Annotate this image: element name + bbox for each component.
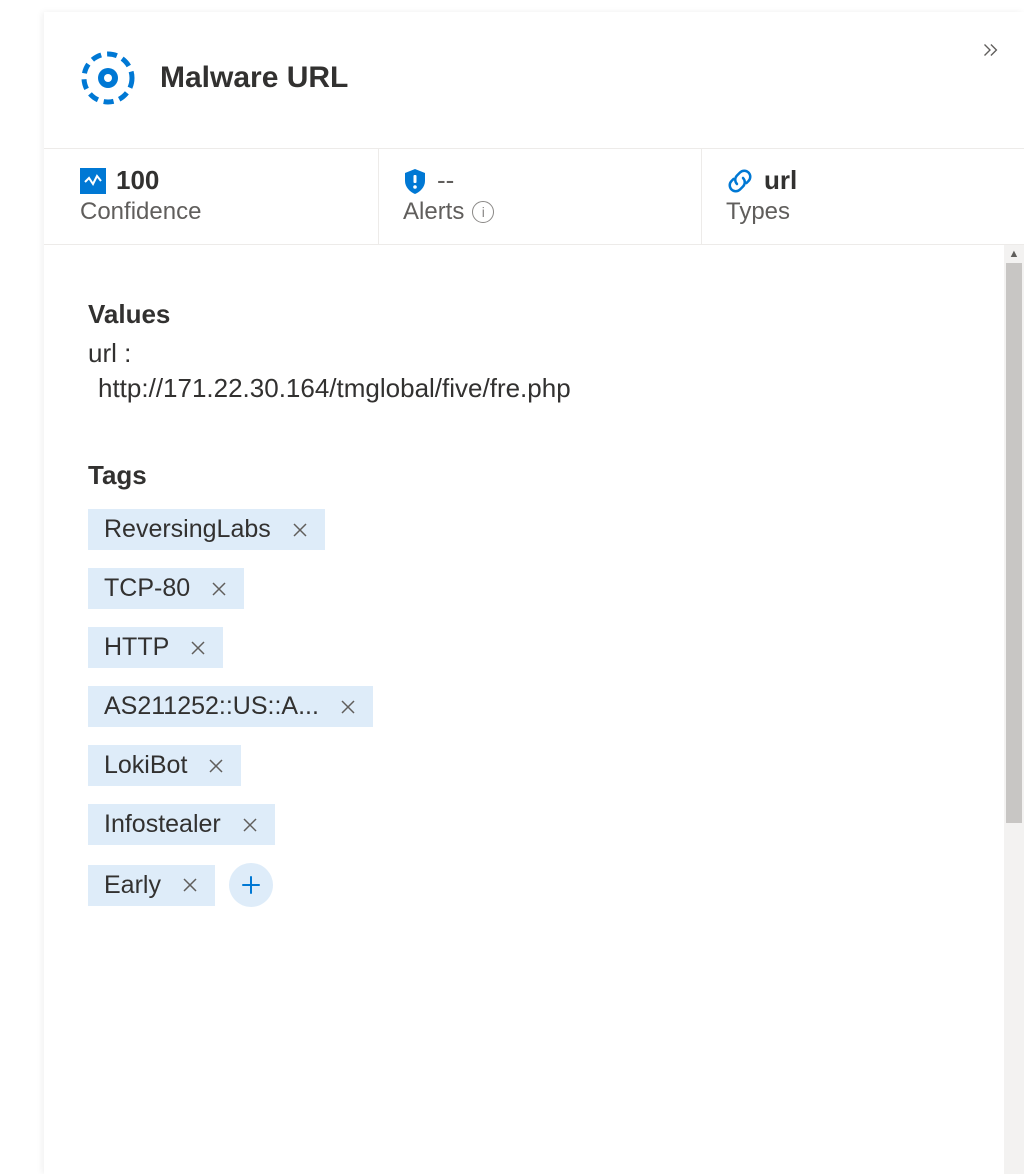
- alerts-label: Alerts i: [403, 198, 677, 226]
- close-icon[interactable]: [187, 637, 209, 659]
- expand-panel-button[interactable]: [976, 36, 1004, 64]
- tag-label: AS211252::US::A...: [104, 692, 319, 721]
- chevron-right-double-icon: [979, 39, 1001, 61]
- close-icon[interactable]: [239, 814, 261, 836]
- close-icon[interactable]: [337, 696, 359, 718]
- stat-types: url Types: [701, 149, 1024, 244]
- stats-bar: 100 Confidence -- Alerts i: [44, 148, 1024, 245]
- values-heading: Values: [88, 299, 984, 330]
- close-icon[interactable]: [205, 755, 227, 777]
- scrollbar-thumb[interactable]: [1006, 263, 1022, 823]
- tag-item[interactable]: ReversingLabs: [88, 509, 325, 550]
- tag-label: LokiBot: [104, 751, 187, 780]
- close-icon[interactable]: [289, 519, 311, 541]
- add-tag-button[interactable]: [229, 863, 273, 907]
- types-label: Types: [726, 198, 1000, 226]
- shield-icon: [403, 167, 427, 195]
- tag-item[interactable]: LokiBot: [88, 745, 241, 786]
- plus-icon: [240, 874, 262, 896]
- tag-label: ReversingLabs: [104, 515, 271, 544]
- tag-item[interactable]: Infostealer: [88, 804, 275, 845]
- close-icon[interactable]: [179, 874, 201, 896]
- tags-list: ReversingLabs TCP-80 HTTP: [88, 509, 984, 907]
- tag-label: Early: [104, 871, 161, 900]
- tag-last-row: Early: [88, 863, 273, 907]
- confidence-value: 100: [116, 165, 159, 196]
- content-scroll[interactable]: ▲ Values url : http://171.22.30.164/tmgl…: [44, 245, 1024, 1174]
- tags-heading: Tags: [88, 460, 984, 491]
- panel-header: Malware URL: [44, 12, 1024, 148]
- tag-label: HTTP: [104, 633, 169, 662]
- confidence-label: Confidence: [80, 198, 354, 226]
- info-icon[interactable]: i: [472, 201, 494, 223]
- tag-label: Infostealer: [104, 810, 221, 839]
- tag-item[interactable]: TCP-80: [88, 568, 244, 609]
- confidence-icon: [80, 168, 106, 194]
- types-value: url: [764, 165, 797, 196]
- value-url: http://171.22.30.164/tmglobal/five/fre.p…: [88, 373, 984, 404]
- threat-icon: [80, 50, 136, 106]
- page-title: Malware URL: [160, 61, 348, 95]
- close-icon[interactable]: [208, 578, 230, 600]
- link-icon: [726, 167, 754, 195]
- tag-item[interactable]: HTTP: [88, 627, 223, 668]
- stat-alerts: -- Alerts i: [378, 149, 701, 244]
- value-key: url :: [88, 338, 984, 369]
- scrollbar-track[interactable]: ▲: [1004, 245, 1024, 1174]
- stat-confidence: 100 Confidence: [44, 149, 378, 244]
- scroll-up-arrow-icon[interactable]: ▲: [1006, 247, 1022, 261]
- detail-panel: Malware URL 100 Confidence: [44, 12, 1024, 1174]
- tag-item[interactable]: Early: [88, 865, 215, 906]
- panel-content: Values url : http://171.22.30.164/tmglob…: [44, 245, 1024, 947]
- alerts-value: --: [437, 165, 454, 196]
- tag-label: TCP-80: [104, 574, 190, 603]
- tag-item[interactable]: AS211252::US::A...: [88, 686, 373, 727]
